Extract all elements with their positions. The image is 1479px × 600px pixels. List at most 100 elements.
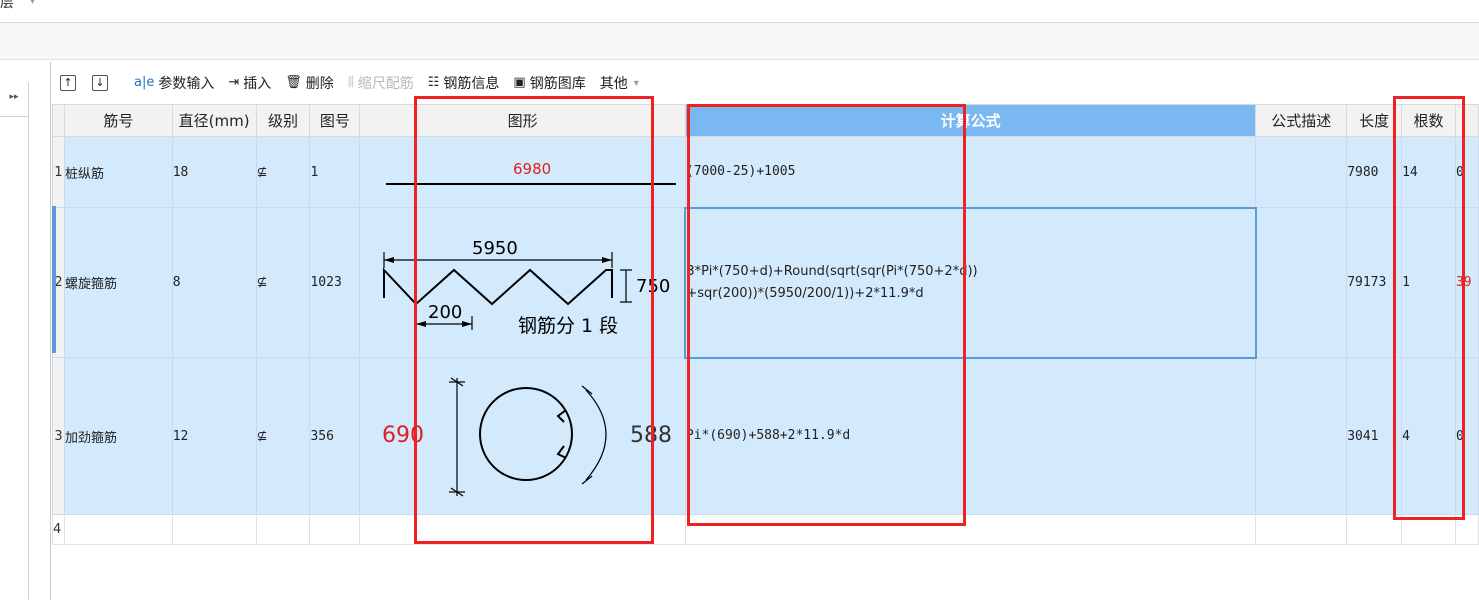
diameter-cell[interactable]: 18 [171, 136, 257, 208]
rebar-library-label: 钢筋图库 [529, 76, 586, 92]
fig-no-cell[interactable]: 1 [309, 136, 361, 208]
grade-cell[interactable]: ⊈ [255, 207, 311, 358]
col-header-diameter[interactable]: 直径(mm) [171, 104, 257, 137]
rebar-table: 筋号 直径(mm) 级别 图号 图形 计算公式 公式描述 长度 根数 1 桩纵筋… [52, 104, 1479, 545]
hoop-circle [479, 387, 574, 481]
empty-cell[interactable] [684, 514, 1257, 545]
height-label: 750 [636, 276, 670, 297]
rebar-library-button[interactable]: ▣ 钢筋图库 [513, 73, 585, 93]
table-row[interactable]: 1 桩纵筋 18 ⊈ 1 6980 (7000-25)+1005 7980 14… [52, 136, 1479, 208]
formula-line-1: 3*Pi*(750+d)+Round(sqrt(sqr(Pi*(750+2*d)… [686, 263, 978, 279]
table-row[interactable]: 2 螺旋箍筋 8 ⊈ 1023 5950 750 200 钢筋分 1 段 3*P… [52, 206, 1479, 359]
empty-cell[interactable] [1454, 514, 1479, 545]
segment-label: 钢筋分 1 段 [518, 315, 618, 337]
grade-cell[interactable]: ⊈ [255, 136, 311, 208]
insert-button[interactable]: ⇥ 插入 [228, 73, 271, 93]
empty-cell[interactable] [63, 514, 173, 545]
shape-cell[interactable]: 690 588 [359, 357, 686, 515]
col-header-formula-desc[interactable]: 公式描述 [1255, 104, 1348, 137]
col-header-count[interactable]: 根数 [1401, 104, 1456, 137]
table-row[interactable]: 3 加劲箍筋 12 ⊈ 356 690 588 Pi*(690)+588+2*1… [52, 357, 1479, 515]
row-number[interactable]: 3 [52, 357, 65, 515]
formula-desc-cell[interactable] [1255, 357, 1348, 515]
col-header-fig-no[interactable]: 图号 [309, 104, 361, 137]
arrow-down-icon: ↓ [92, 75, 108, 91]
rebar-info-button[interactable]: ☷ 钢筋信息 [428, 73, 500, 93]
scale-bars-icon: ⫼ [347, 75, 354, 90]
formula-cell[interactable]: Pi*(690)+588+2*11.9*d [684, 357, 1257, 515]
empty-cell[interactable] [255, 514, 311, 545]
table-row-empty[interactable]: 4 [52, 514, 1479, 545]
scale-rebar-button[interactable]: ⫼ 缩尺配筋 [348, 73, 414, 93]
left-panel: ▸▸ [0, 82, 29, 600]
col-header-rownum [52, 104, 65, 137]
arc-dimension-line [585, 389, 607, 481]
row-number[interactable]: 4 [52, 514, 65, 545]
bar-name-cell[interactable]: 螺旋箍筋 [63, 207, 173, 358]
col-header-bar-no[interactable]: 筋号 [63, 104, 173, 137]
bar-name-cell[interactable]: 桩纵筋 [63, 136, 173, 208]
insert-icon: ⇥ [228, 75, 240, 90]
move-up-button[interactable]: ↑ [60, 75, 80, 91]
empty-cell[interactable] [1346, 514, 1403, 545]
col-header-formula[interactable]: 计算公式 [684, 104, 1257, 137]
insert-label: 插入 [243, 76, 272, 92]
empty-cell[interactable] [309, 514, 361, 545]
col-header-shape[interactable]: 图形 [359, 104, 686, 137]
length-cell[interactable]: 3041 [1346, 357, 1403, 515]
current-row-marker [52, 206, 56, 353]
arrow-up-icon: ↑ [60, 75, 76, 91]
fig-no-cell[interactable]: 1023 [309, 207, 361, 358]
empty-cell[interactable] [1401, 514, 1456, 545]
delete-button[interactable]: 🗑 删除 [285, 73, 334, 93]
table-header-row: 筋号 直径(mm) 级别 图号 图形 计算公式 公式描述 长度 根数 [52, 104, 1479, 137]
count-cell[interactable]: 1 [1401, 207, 1456, 358]
length-cell[interactable]: 7980 [1346, 136, 1403, 208]
count-cell[interactable]: 4 [1401, 357, 1456, 515]
stiffener-hoop-diagram: 690 588 [382, 377, 672, 497]
list-info-icon: ☷ [427, 75, 440, 90]
param-input-label: 参数输入 [158, 76, 215, 92]
pitch-label: 200 [428, 302, 462, 323]
empty-cell[interactable] [1255, 514, 1348, 545]
grade-cell[interactable]: ⊈ [255, 357, 311, 515]
chevron-down-icon[interactable]: ▾ [30, 0, 35, 7]
spiral-stirrup-diagram: 5950 750 200 钢筋分 1 段 [383, 238, 671, 337]
formula-cell[interactable]: (7000-25)+1005 [684, 136, 1257, 208]
formula-desc-cell[interactable] [1255, 136, 1348, 208]
length-cell[interactable]: 79173 [1346, 207, 1403, 358]
param-input-button[interactable]: a|e 参数输入 [134, 73, 214, 93]
other-menu-button[interactable]: 其他 ▾ [600, 73, 639, 93]
diameter-cell[interactable]: 12 [171, 357, 257, 515]
col-header-grade[interactable]: 级别 [255, 104, 311, 137]
diameter-cell[interactable]: 8 [171, 207, 257, 358]
extra-cell[interactable]: 39 [1454, 207, 1479, 358]
empty-cell[interactable] [359, 514, 686, 545]
layer-dropdown-label[interactable]: 层 [0, 0, 14, 12]
col-header-length[interactable]: 长度 [1346, 104, 1403, 137]
param-input-icon: a|e [134, 75, 155, 90]
row-number[interactable]: 1 [52, 136, 65, 208]
top-bar: 层 ▾ [0, 0, 1479, 23]
delete-label: 删除 [305, 76, 334, 92]
formula-cell-selected[interactable]: 3*Pi*(750+d)+Round(sqrt(sqr(Pi*(750+2*d)… [684, 206, 1257, 359]
formula-desc-cell[interactable] [1255, 207, 1348, 358]
empty-cell[interactable] [171, 514, 257, 545]
bar-length-label: 6980 [513, 160, 551, 178]
shape-cell[interactable]: 5950 750 200 钢筋分 1 段 [359, 207, 686, 358]
shape-cell[interactable]: 6980 [359, 136, 686, 208]
move-down-button[interactable]: ↓ [92, 75, 112, 91]
formula-line-2: +sqr(200))*(5950/200/1))+2*11.9*d [686, 285, 924, 301]
secondary-band [0, 23, 1479, 60]
diameter-label: 690 [382, 423, 424, 448]
fig-no-cell[interactable]: 356 [309, 357, 361, 515]
expand-panel-icon[interactable]: ▸▸ [0, 82, 28, 117]
rebar-toolbar: ↑ ↓ a|e 参数输入 ⇥ 插入 🗑 删除 ⫼ 缩尺配筋 ☷ 钢筋信息 ▣ 钢… [50, 66, 1479, 100]
library-icon: ▣ [513, 75, 526, 90]
col-header-extra[interactable] [1454, 104, 1479, 137]
extra-cell[interactable]: 0 [1454, 357, 1479, 515]
bar-name-cell[interactable]: 加劲箍筋 [63, 357, 173, 515]
extra-cell[interactable]: 0 [1454, 136, 1479, 208]
straight-bar-diagram: 6980 [386, 160, 677, 185]
count-cell[interactable]: 14 [1401, 136, 1456, 208]
